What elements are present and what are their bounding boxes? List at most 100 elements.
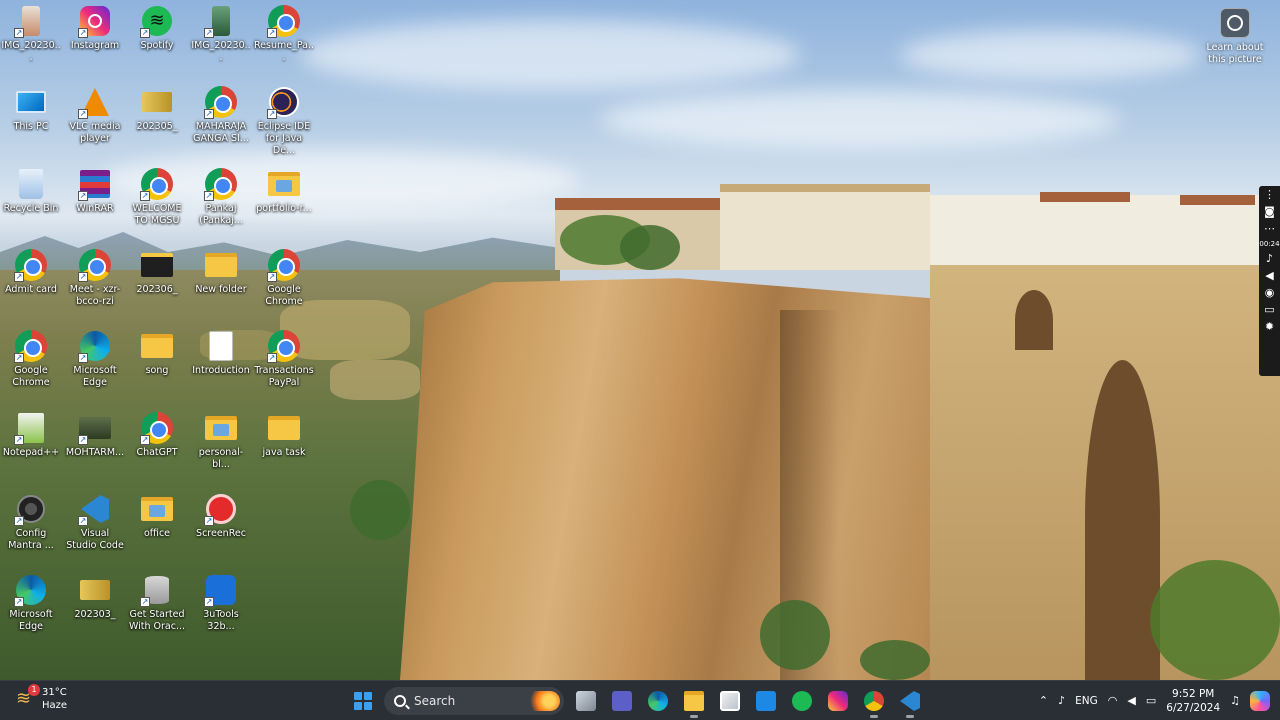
microphone-icon[interactable]: ♪ [1058, 694, 1065, 708]
settings-gear-icon[interactable]: ✹ [1262, 321, 1278, 333]
spotify-icon: ↗ [140, 4, 174, 38]
shortcut-arrow-icon: ↗ [78, 353, 88, 363]
chrome-icon: ↗ [267, 329, 301, 363]
desktop-icon-label: Resume_Pa... [254, 40, 315, 63]
taskbar-search[interactable]: Search [384, 687, 564, 715]
desktop-icon-screenrec[interactable]: ↗ ScreenRec [190, 488, 252, 566]
desktop-icon-mohtarm[interactable]: ↗ MOHTARM... [64, 407, 126, 485]
desktop-icon-vscode[interactable]: ↗ Visual Studio Code [64, 488, 126, 566]
desktop-icon-tools3u[interactable]: ↗ 3uTools 32b... [190, 569, 252, 647]
desktop-icon-maharaja[interactable]: ↗ MAHARAJA GANGA SI... [190, 81, 252, 159]
desktop-icon-transactions[interactable]: ↗ Transactions PayPal [253, 325, 315, 403]
taskbar-app-store[interactable] [716, 687, 744, 715]
desktop-icon-label: This PC [13, 121, 49, 132]
taskbar-app-files[interactable] [680, 687, 708, 718]
drag-handle-icon[interactable]: ⋮ [1262, 189, 1278, 201]
taskbar-app-taskview[interactable] [572, 687, 600, 715]
microphone-icon[interactable]: ♪ [1262, 253, 1278, 265]
desktop-icon-newfolder[interactable]: New folder [190, 244, 252, 322]
taskbar-app-instagram[interactable] [824, 687, 852, 715]
language-indicator[interactable]: ENG [1075, 695, 1098, 707]
desktop-icon-oracle[interactable]: ↗ Get Started With Orac... [126, 569, 188, 647]
desktop-icon-label: Google Chrome [12, 365, 50, 388]
battery-icon[interactable]: ▭ [1146, 694, 1156, 708]
taskbar-app-chrome[interactable] [860, 687, 888, 718]
taskbar-app-mail[interactable] [752, 687, 780, 715]
desktop-icon-notepadpp[interactable]: ↗ Notepad++ [0, 407, 62, 485]
desktop-icon-portfolio[interactable]: portfolio-r... [253, 163, 315, 241]
shortcut-arrow-icon: ↗ [78, 191, 88, 201]
chrome-icon: ↗ [267, 4, 301, 38]
window-icon[interactable]: ▭ [1262, 304, 1278, 316]
wifi-icon[interactable]: ◠ [1108, 694, 1118, 708]
desktop-icon-f202303[interactable]: 202303_ [64, 569, 126, 647]
phone-img-icon: ↗ [204, 4, 238, 38]
notification-badge: 1 [28, 684, 40, 696]
desktop-icon-instagram[interactable]: ↗ Instagram [64, 0, 126, 78]
desktop-icon-label: 202303_ [74, 609, 116, 620]
desktop-icon-img1[interactable]: ↗ IMG_20230... [0, 0, 62, 78]
desktop-icon-eclipse[interactable]: ↗ Eclipse IDE for Java De... [253, 81, 315, 159]
desktop-icon-label: Notepad++ [2, 447, 60, 458]
desktop-icon-img2[interactable]: ↗ IMG_20230... [190, 0, 252, 78]
desktop-icon-winrar[interactable]: ↗ WinRAR [64, 163, 126, 241]
desktop-icon-spotify[interactable]: ↗ Spotify [126, 0, 188, 78]
camera-icon[interactable]: ◙ [1262, 206, 1278, 218]
desktop-icon-label: Get Started With Orac... [128, 609, 186, 632]
taskbar-app-spotify[interactable] [788, 687, 816, 715]
folder-icon [204, 248, 238, 282]
desktop-icon-gchrome1[interactable]: ↗ Google Chrome [253, 244, 315, 322]
desktop-icon-office[interactable]: office [126, 488, 188, 566]
more-icon[interactable]: ⋯ [1262, 223, 1278, 235]
desktop-icon-msedge2[interactable]: ↗ Microsoft Edge [0, 569, 62, 647]
desktop-icon-label: MOHTARM... [65, 447, 125, 458]
copilot-icon[interactable] [1250, 691, 1270, 711]
search-icon [394, 695, 406, 707]
chevron-up-icon[interactable]: ⌃ [1039, 694, 1048, 708]
clock-date: 6/27/2024 [1166, 702, 1221, 714]
desktop-icon-chatgpt[interactable]: ↗ ChatGPT [126, 407, 188, 485]
desktop-icon-label: Introduction [192, 365, 250, 376]
desktop-icon-msedge1[interactable]: ↗ Microsoft Edge [64, 325, 126, 403]
desktop-icon-vlc[interactable]: ↗ VLC media player [64, 81, 126, 159]
desktop-icon-intro[interactable]: Introduction [190, 325, 252, 403]
weather-widget[interactable]: 1 31°C Haze [14, 684, 67, 712]
desktop-icon-label: New folder [195, 284, 247, 295]
desktop-icon-label: Transactions PayPal [254, 365, 314, 388]
desktop-icon-label: Meet - xzr-bcco-rzi [69, 284, 121, 307]
desktop-icon-config[interactable]: ↗ Config Mantra ... [0, 488, 62, 566]
desktop-icon-personal[interactable]: personal-bl... [190, 407, 252, 485]
desktop-icon-f202305[interactable]: 202305_ [126, 81, 188, 159]
taskbar-app-edge[interactable] [644, 687, 672, 715]
desktop-icon-label: 3uTools 32b... [203, 609, 239, 632]
learn-about-picture-button[interactable]: Learn about this picture [1203, 8, 1267, 66]
desktop-icon-gchrome2[interactable]: ↗ Google Chrome [0, 325, 62, 403]
start-button[interactable] [350, 688, 376, 714]
desktop-icon-welcome[interactable]: ↗ WELCOME TO MGSU [126, 163, 188, 241]
desktop-icon-thispc[interactable]: This PC [0, 81, 62, 159]
shortcut-arrow-icon: ↗ [140, 597, 150, 607]
desktop-icon-meet[interactable]: ↗ Meet - xzr-bcco-rzi [64, 244, 126, 322]
desktop-icon-javatask[interactable]: java task [253, 407, 315, 485]
chrome-icon: ↗ [140, 167, 174, 201]
shortcut-arrow-icon: ↗ [140, 191, 150, 201]
shortcut-arrow-icon: ↗ [204, 109, 214, 119]
taskbar-app-teams[interactable] [608, 687, 636, 715]
desktop-icon-recycle[interactable]: Recycle Bin [0, 163, 62, 241]
desktop-icon-pankaj[interactable]: ↗ Pankaj (Pankaj... [190, 163, 252, 241]
taskbar-app-vscode[interactable] [896, 687, 924, 718]
desktop-icon-admit[interactable]: ↗ Admit card [0, 244, 62, 322]
vscode-icon: ↗ [78, 492, 112, 526]
desktop-icon-resume[interactable]: ↗ Resume_Pa... [253, 0, 315, 78]
clock[interactable]: 9:52 PM 6/27/2024 [1166, 687, 1220, 715]
shortcut-arrow-icon: ↗ [140, 28, 150, 38]
search-highlight-icon [524, 691, 560, 711]
webcam-icon[interactable]: ◉ [1262, 287, 1278, 299]
volume-icon[interactable]: ◀ [1127, 694, 1135, 708]
speaker-icon[interactable]: ◀ [1262, 270, 1278, 282]
desktop-icon-f202306[interactable]: 202306_ [126, 244, 188, 322]
chrome-icon: ↗ [14, 248, 48, 282]
notification-bell-icon[interactable]: ♫ [1230, 694, 1240, 708]
search-placeholder: Search [414, 694, 456, 708]
desktop-icon-song[interactable]: song [126, 325, 188, 403]
